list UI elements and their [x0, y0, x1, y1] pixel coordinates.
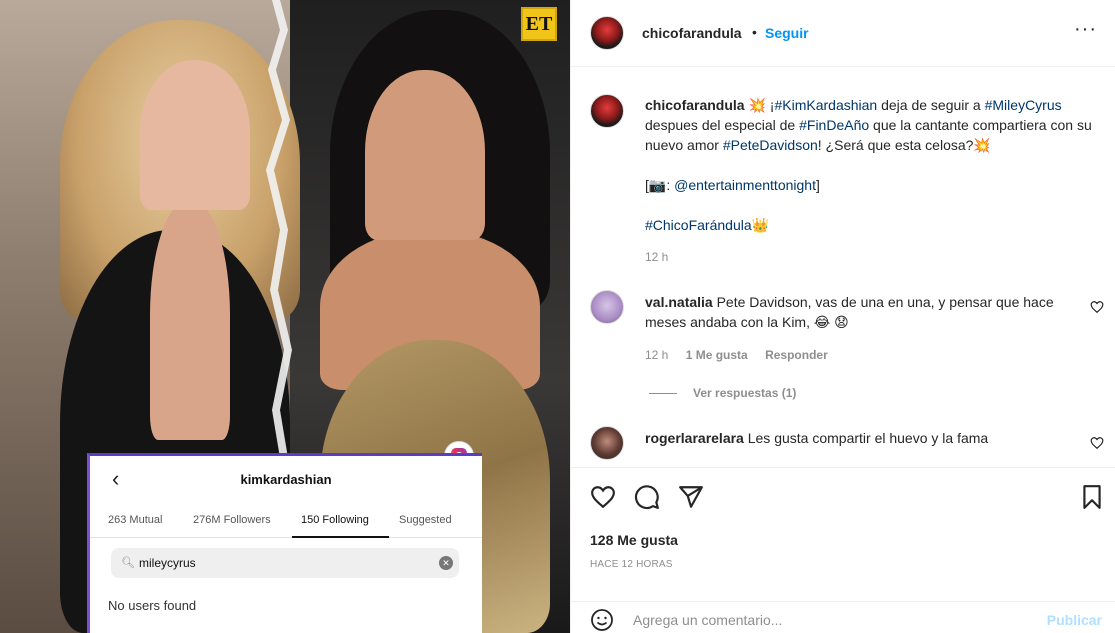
search-icon: 🔍︎ — [121, 557, 135, 569]
instagram-following-screenshot: ‹ kimkardashian 263 Mutual 276M Follower… — [87, 453, 482, 633]
comment-likes[interactable]: 1 Me gusta — [686, 348, 748, 362]
credit-text: ] — [815, 177, 820, 193]
hashtag-link[interactable]: #KimKardashian — [774, 97, 877, 113]
more-options-icon[interactable]: ··· — [1074, 18, 1097, 41]
mention-link[interactable]: @entertainmenttonight — [674, 177, 816, 193]
comment-input[interactable]: Agrega un comentario... — [633, 612, 782, 628]
woman-left-face — [140, 60, 250, 210]
comment-time: 12 h — [645, 348, 669, 362]
commenter-avatar[interactable] — [590, 290, 624, 324]
heart-icon[interactable] — [590, 484, 616, 510]
tab-mutual: 263 Mutual — [108, 514, 163, 526]
view-replies-button[interactable]: Ver respuestas (1) — [649, 386, 796, 400]
woman-left-chest — [150, 200, 230, 440]
publish-button[interactable]: Publicar — [1047, 612, 1102, 628]
likes-count[interactable]: 128 Me gusta — [590, 532, 678, 548]
caption-text: despues del especial de — [645, 117, 800, 133]
clear-icon: ✕ — [439, 556, 453, 570]
comment-composer: Agrega un comentario... Publicar — [571, 601, 1115, 633]
caption: chicofarandula 💥 ¡#KimKardashian deja de… — [645, 95, 1095, 235]
comment-meta: 12 h 1 Me gusta Responder — [645, 348, 842, 362]
card-empty-message: No users found — [108, 598, 197, 613]
credit-text: [📷: — [645, 177, 675, 193]
post-actions: 128 Me gusta HACE 12 HORAS — [571, 467, 1115, 585]
author-avatar[interactable] — [590, 16, 624, 50]
view-replies-label: Ver respuestas (1) — [693, 386, 797, 400]
caption-text: deja de seguir a — [877, 97, 985, 113]
card-search-field: 🔍︎ mileycyrus ✕ — [111, 548, 459, 578]
comment-like-icon[interactable] — [1090, 300, 1104, 314]
hashtag-link[interactable]: #PeteDavidson — [723, 137, 818, 153]
caption-username[interactable]: chicofarandula — [645, 97, 745, 113]
post-header: chicofarandula • Seguir ··· — [571, 0, 1115, 67]
caption-text: ! ¿Será que esta celosa?💥 — [817, 137, 991, 153]
separator-dot: • — [752, 24, 757, 40]
tab-followers: 276M Followers — [193, 514, 271, 526]
caption-text: 💥 ¡ — [744, 97, 775, 113]
comment: val.natalia Pete Davidson, vas de una en… — [645, 292, 1065, 332]
comments-section[interactable]: chicofarandula 💥 ¡#KimKardashian deja de… — [571, 68, 1115, 467]
author-username[interactable]: chicofarandula — [642, 25, 742, 41]
card-search-value: mileycyrus — [139, 556, 196, 570]
post-image[interactable]: ET ‹ kimkardashian 263 Mutual 276M Follo… — [0, 0, 570, 633]
card-username: kimkardashian — [240, 472, 332, 487]
active-tab-underline — [292, 536, 389, 538]
comment: rogerlararelara Les gusta compartir el h… — [645, 428, 1065, 448]
reply-button[interactable]: Responder — [765, 348, 828, 362]
emoji-icon[interactable] — [590, 608, 614, 632]
comment-icon[interactable] — [634, 484, 660, 510]
hashtag-link[interactable]: #ChicoFarándula — [645, 217, 752, 233]
crown-emoji: 👑 — [751, 217, 770, 233]
commenter-username[interactable]: rogerlararelara — [645, 430, 744, 446]
tab-following: 150 Following — [301, 514, 369, 526]
woman-right-face — [365, 70, 485, 240]
follow-button[interactable]: Seguir — [765, 25, 809, 41]
post-age: HACE 12 HORAS — [590, 559, 673, 570]
caption-time: 12 h — [645, 250, 669, 264]
commenter-username[interactable]: val.natalia — [645, 294, 713, 310]
post-sidebar: chicofarandula • Seguir ··· chicofarandu… — [570, 0, 1115, 633]
comment-text: Les gusta compartir el huevo y la fama — [743, 430, 989, 446]
et-logo: ET — [521, 7, 557, 41]
tab-suggested: Suggested — [399, 514, 452, 526]
share-icon[interactable] — [678, 484, 704, 510]
hashtag-link[interactable]: #MileyCyrus — [985, 97, 1062, 113]
card-tabs: 263 Mutual 276M Followers 150 Following … — [90, 502, 482, 538]
bookmark-icon[interactable] — [1079, 484, 1105, 510]
comment-like-icon[interactable] — [1090, 436, 1104, 450]
caption-author-avatar[interactable] — [590, 94, 624, 128]
hashtag-link[interactable]: #FinDeAño — [799, 117, 869, 133]
commenter-avatar[interactable] — [590, 426, 624, 460]
